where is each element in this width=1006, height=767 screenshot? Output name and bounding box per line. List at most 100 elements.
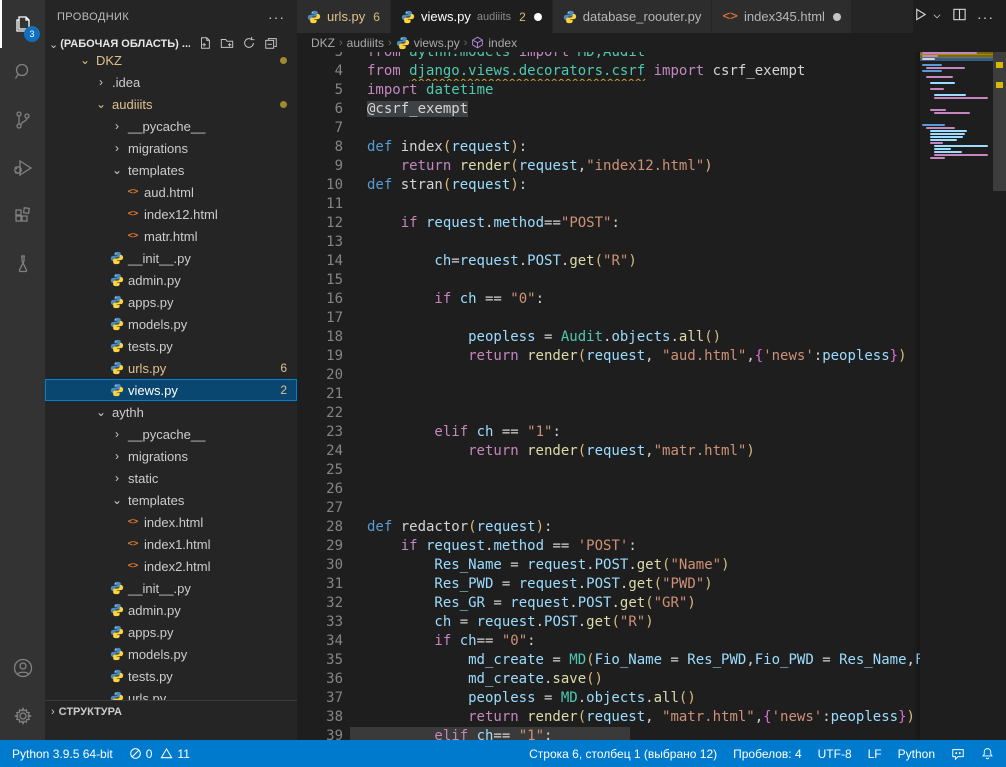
tree-folder-.idea[interactable]: ›.idea: [45, 71, 297, 93]
cursor-position-item[interactable]: Строка 6, столбец 1 (выбрано 12): [521, 747, 725, 761]
tree-file-apps.py[interactable]: apps.py: [45, 621, 297, 643]
activity-search-button[interactable]: [0, 48, 45, 96]
tree-folder-static[interactable]: ›static: [45, 467, 297, 489]
code-line-3[interactable]: 3from aythh.models import MD,Audit: [297, 52, 920, 62]
tree-file-aud.html[interactable]: <>aud.html: [45, 181, 297, 203]
tree-folder-__pycache__[interactable]: ›__pycache__: [45, 423, 297, 445]
tree-folder-migrations[interactable]: ›migrations: [45, 137, 297, 159]
collapse-all-icon[interactable]: [264, 36, 278, 53]
tree-file-index.html[interactable]: <>index.html: [45, 511, 297, 533]
tree-folder-migrations[interactable]: ›migrations: [45, 445, 297, 467]
language-mode-item[interactable]: Python: [890, 747, 943, 761]
code-line-24[interactable]: 24return render(request,"matr.html"): [297, 442, 920, 461]
run-dropdown-icon[interactable]: [932, 8, 942, 26]
code-line-10[interactable]: 10def stran(request):: [297, 176, 920, 195]
feedback-item[interactable]: [943, 747, 973, 761]
breadcrumb-item[interactable]: audiiits: [347, 36, 384, 50]
tree-folder-DKZ[interactable]: ⌄DKZ: [45, 55, 297, 71]
tree-file-tests.py[interactable]: tests.py: [45, 665, 297, 687]
tree-file-models.py[interactable]: models.py: [45, 643, 297, 665]
outline-section-header[interactable]: › СТРУКТУРА: [45, 700, 297, 722]
tab-index345.html[interactable]: <>index345.html: [712, 0, 852, 33]
code-line-16[interactable]: 16if ch == "0":: [297, 290, 920, 309]
minimap[interactable]: [920, 45, 993, 740]
activity-source-control-button[interactable]: [0, 96, 45, 144]
code-line-11[interactable]: 11: [297, 195, 920, 214]
code-line-4[interactable]: 4from django.views.decorators.csrf impor…: [297, 62, 920, 81]
activity-settings-button[interactable]: [0, 692, 45, 740]
code-editor[interactable]: 3from aythh.models import MD,Audit4from …: [297, 52, 1006, 740]
encoding-item[interactable]: UTF-8: [810, 747, 860, 761]
code-line-8[interactable]: 8def index(request):: [297, 138, 920, 157]
code-line-30[interactable]: 30Res_Name = request.POST.get("Name"): [297, 556, 920, 575]
tree-file-__init__.py[interactable]: __init__.py: [45, 577, 297, 599]
tree-file-tests.py[interactable]: tests.py: [45, 335, 297, 357]
code-line-14[interactable]: 14ch=request.POST.get("R"): [297, 252, 920, 271]
code-line-7[interactable]: 7: [297, 119, 920, 138]
tree-file-urls.py[interactable]: urls.py6: [45, 357, 297, 379]
code-line-13[interactable]: 13: [297, 233, 920, 252]
indentation-item[interactable]: Пробелов: 4: [725, 747, 810, 761]
code-line-25[interactable]: 25: [297, 461, 920, 480]
split-editor-button[interactable]: [952, 7, 967, 27]
activity-account-button[interactable]: [0, 644, 45, 692]
more-actions-icon[interactable]: ···: [977, 9, 994, 25]
breadcrumb[interactable]: DKZ›audiiits›views.py›index: [297, 33, 1006, 52]
run-python-file-button[interactable]: [913, 7, 928, 27]
code-line-17[interactable]: 17: [297, 309, 920, 328]
new-folder-icon[interactable]: [220, 36, 234, 53]
tree-file-models.py[interactable]: models.py: [45, 313, 297, 335]
tree-folder-templates[interactable]: ⌄templates: [45, 489, 297, 511]
notifications-item[interactable]: [973, 747, 1002, 760]
code-line-26[interactable]: 26: [297, 480, 920, 499]
tab-views.py[interactable]: views.pyaudiiits2: [391, 0, 553, 33]
tree-file-index2.html[interactable]: <>index2.html: [45, 555, 297, 577]
tree-file-matr.html[interactable]: <>matr.html: [45, 225, 297, 247]
dirty-dot-icon[interactable]: [534, 13, 542, 21]
code-line-38[interactable]: 38return render(request, "matr.html",{'n…: [297, 708, 920, 727]
refresh-icon[interactable]: [242, 36, 256, 53]
code-line-39[interactable]: 39elif ch== "1":: [297, 727, 920, 740]
activity-run-debug-button[interactable]: [0, 144, 45, 192]
code-line-27[interactable]: 27: [297, 499, 920, 518]
code-line-18[interactable]: 18peopless = Audit.objects.all(): [297, 328, 920, 347]
code-line-29[interactable]: 29if request.method == 'POST':: [297, 537, 920, 556]
problems-item[interactable]: 0 11: [121, 740, 198, 767]
code-line-12[interactable]: 12if request.method=="POST":: [297, 214, 920, 233]
code-line-34[interactable]: 34if ch== "0":: [297, 632, 920, 651]
code-line-20[interactable]: 20: [297, 366, 920, 385]
code-line-5[interactable]: 5import datetime: [297, 81, 920, 100]
tree-folder-aythh[interactable]: ⌄aythh: [45, 401, 297, 423]
code-line-37[interactable]: 37peopless = MD.objects.all(): [297, 689, 920, 708]
code-line-32[interactable]: 32Res_GR = request.POST.get("GR"): [297, 594, 920, 613]
code-line-36[interactable]: 36md_create.save(): [297, 670, 920, 689]
breadcrumb-item[interactable]: DKZ: [311, 36, 335, 50]
tree-folder-__pycache__[interactable]: ›__pycache__: [45, 115, 297, 137]
eol-item[interactable]: LF: [860, 747, 890, 761]
tab-urls.py[interactable]: urls.py6: [297, 0, 391, 33]
code-line-9[interactable]: 9return render(request,"index12.html"): [297, 157, 920, 176]
activity-testing-button[interactable]: [0, 240, 45, 288]
vertical-scrollbar[interactable]: [993, 33, 1006, 740]
breadcrumb-item[interactable]: views.py: [414, 36, 460, 50]
code-line-21[interactable]: 21: [297, 385, 920, 404]
tree-file-admin.py[interactable]: admin.py: [45, 269, 297, 291]
dirty-dot-icon[interactable]: [833, 13, 841, 21]
tree-file-views.py[interactable]: views.py2: [45, 379, 297, 401]
tree-file-index12.html[interactable]: <>index12.html: [45, 203, 297, 225]
breadcrumb-item[interactable]: index: [488, 36, 517, 50]
new-file-icon[interactable]: [198, 36, 212, 53]
code-line-33[interactable]: 33ch = request.POST.get("R"): [297, 613, 920, 632]
code-line-23[interactable]: 23elif ch == "1":: [297, 423, 920, 442]
code-line-31[interactable]: 31Res_PWD = request.POST.get("PWD"): [297, 575, 920, 594]
code-line-28[interactable]: 28def redactor(request):: [297, 518, 920, 537]
activity-explorer-button[interactable]: 3: [0, 0, 45, 48]
python-interpreter-item[interactable]: Python 3.9.5 64-bit: [4, 740, 121, 767]
tree-file-apps.py[interactable]: apps.py: [45, 291, 297, 313]
tree-file-__init__.py[interactable]: __init__.py: [45, 247, 297, 269]
activity-extensions-button[interactable]: [0, 192, 45, 240]
code-line-19[interactable]: 19return render(request, "aud.html",{'ne…: [297, 347, 920, 366]
explorer-more-icon[interactable]: ···: [268, 9, 285, 25]
tree-file-index1.html[interactable]: <>index1.html: [45, 533, 297, 555]
tree-folder-templates[interactable]: ⌄templates: [45, 159, 297, 181]
